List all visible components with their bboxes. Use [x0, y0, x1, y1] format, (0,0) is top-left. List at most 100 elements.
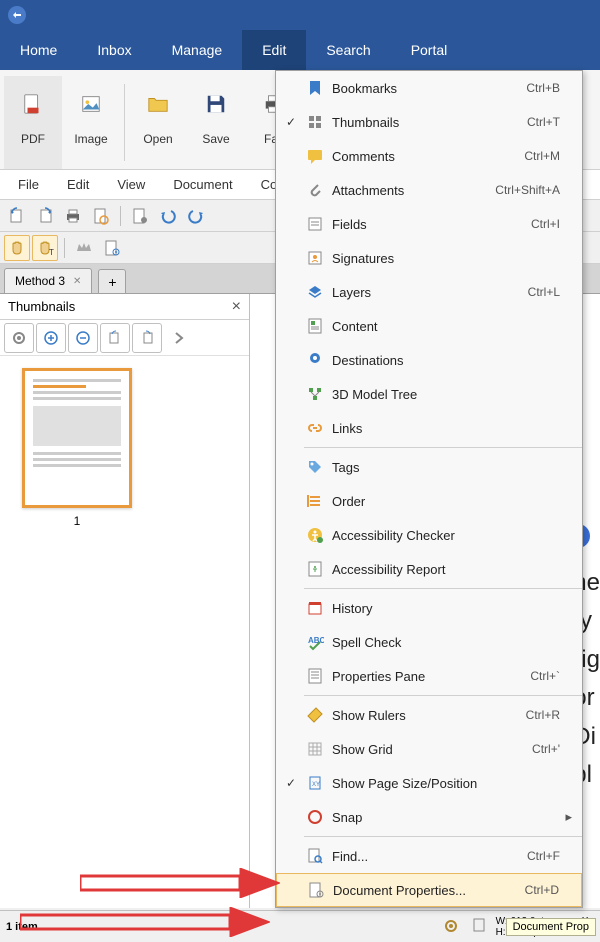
menu-item-label: Show Page Size/Position: [328, 776, 560, 791]
ruler-icon: [302, 706, 328, 724]
menu-item-shortcut: Ctrl+F: [527, 849, 560, 863]
menu-item-shortcut: Ctrl+Shift+A: [495, 183, 560, 197]
menu-portal[interactable]: Portal: [391, 30, 468, 70]
menu-item-shortcut: Ctrl+B: [526, 81, 560, 95]
menu-item-shortcut: Ctrl+T: [527, 115, 560, 129]
menu-item-thumbnails[interactable]: ✓ThumbnailsCtrl+T: [276, 105, 582, 139]
ribbon-open[interactable]: Open: [129, 76, 187, 169]
menu-item-bookmark[interactable]: BookmarksCtrl+B: [276, 71, 582, 105]
menu-item-content[interactable]: Content: [276, 309, 582, 343]
menu-item-pagesize[interactable]: ✓XYShow Page Size/Position: [276, 766, 582, 800]
doc-props-icon: [303, 881, 329, 899]
link-icon: [302, 419, 328, 437]
menu-item-label: Signatures: [328, 251, 560, 266]
menu-item-doc-props[interactable]: Document Properties...Ctrl+D: [276, 873, 582, 907]
menu-item-a11y-check[interactable]: Accessibility Checker: [276, 518, 582, 552]
rotate-right-icon[interactable]: [32, 203, 58, 229]
doc-settings-icon[interactable]: [99, 235, 125, 261]
zoom-out-icon[interactable]: [68, 323, 98, 353]
menu-item-history[interactable]: History: [276, 591, 582, 625]
menu-item-find[interactable]: Find...Ctrl+F: [276, 839, 582, 873]
menu-item-shortcut: Ctrl+`: [530, 669, 560, 683]
print-icon[interactable]: [60, 203, 86, 229]
panel-close-icon[interactable]: ×: [232, 298, 241, 316]
doc-gear-icon[interactable]: [127, 203, 153, 229]
menu-item-fields[interactable]: FieldsCtrl+I: [276, 207, 582, 241]
find-icon: [302, 847, 328, 865]
menu-home[interactable]: Home: [0, 30, 77, 70]
menu-item-3dtree[interactable]: 3D Model Tree: [276, 377, 582, 411]
document-tab[interactable]: Method 3 ✕: [4, 268, 92, 293]
tab-label: Method 3: [15, 274, 65, 288]
menu-item-layers[interactable]: LayersCtrl+L: [276, 275, 582, 309]
menu-item-snap[interactable]: Snap▸: [276, 800, 582, 834]
menu-item-label: 3D Model Tree: [328, 387, 560, 402]
menu-item-comment[interactable]: CommentsCtrl+M: [276, 139, 582, 173]
thumb-rotate-left-icon[interactable]: [100, 323, 130, 353]
menu-edit[interactable]: Edit: [242, 30, 306, 70]
zoom-in-icon[interactable]: [36, 323, 66, 353]
menu-item-signature[interactable]: Signatures: [276, 241, 582, 275]
status-tooltip: Document Prop: [506, 918, 596, 936]
rotate-left-icon[interactable]: [4, 203, 30, 229]
chevron-right-icon[interactable]: [164, 323, 194, 353]
thumb-gear-icon[interactable]: [4, 323, 34, 353]
a11y-report-icon: [302, 560, 328, 578]
status-gear-icon[interactable]: [442, 917, 462, 937]
menu-item-link[interactable]: Links: [276, 411, 582, 445]
menu-item-grid[interactable]: Show GridCtrl+': [276, 732, 582, 766]
grid-icon: [302, 740, 328, 758]
menu-item-label: Document Properties...: [329, 883, 525, 898]
menu-item-spellcheck[interactable]: ABCSpell Check: [276, 625, 582, 659]
thumbnails-header: Thumbnails ×: [0, 294, 249, 320]
pagesize-icon: XY: [302, 774, 328, 792]
thumbnail-page-1[interactable]: [22, 368, 132, 508]
menu-item-label: Destinations: [328, 353, 560, 368]
redo-icon[interactable]: [183, 203, 209, 229]
ribbon-image[interactable]: Image: [62, 76, 120, 169]
menu-item-label: Order: [328, 494, 560, 509]
ribbon-pdf-label: PDF: [21, 132, 45, 146]
thumbnails-toolbar: [0, 320, 249, 356]
menu-item-ruler[interactable]: Show RulersCtrl+R: [276, 698, 582, 732]
undo-icon[interactable]: [155, 203, 181, 229]
menu-manage[interactable]: Manage: [152, 30, 243, 70]
ribbon-pdf[interactable]: PDF: [4, 76, 62, 169]
props-pane-icon: [302, 667, 328, 685]
doc-sync-icon[interactable]: [88, 203, 114, 229]
menu-item-destination[interactable]: Destinations: [276, 343, 582, 377]
tab-add-button[interactable]: +: [98, 269, 126, 293]
ribbon-open-label: Open: [143, 132, 172, 146]
menu-item-label: Attachments: [328, 183, 495, 198]
thumb-rotate-right-icon[interactable]: [132, 323, 162, 353]
menu-item-a11y-report[interactable]: Accessibility Report: [276, 552, 582, 586]
fields-icon: [302, 215, 328, 233]
menu-item-label: Properties Pane: [328, 669, 530, 684]
ribbon-save-label: Save: [202, 132, 229, 146]
submenu-edit[interactable]: Edit: [53, 177, 103, 192]
menu-item-label: Accessibility Report: [328, 562, 560, 577]
menu-item-label: Accessibility Checker: [328, 528, 560, 543]
menu-inbox[interactable]: Inbox: [77, 30, 151, 70]
page-dimensions-icon: [470, 916, 488, 937]
menu-item-attachment[interactable]: AttachmentsCtrl+Shift+A: [276, 173, 582, 207]
crown-icon[interactable]: [71, 235, 97, 261]
hand-tool-icon[interactable]: [4, 235, 30, 261]
menu-item-props-pane[interactable]: Properties PaneCtrl+`: [276, 659, 582, 693]
submenu-document[interactable]: Document: [159, 177, 246, 192]
submenu-file[interactable]: File: [4, 177, 53, 192]
menu-item-label: Comments: [328, 149, 524, 164]
thumbnail-item[interactable]: 1: [12, 368, 142, 528]
svg-text:XY: XY: [312, 782, 320, 788]
menu-search[interactable]: Search: [306, 30, 390, 70]
submenu-view[interactable]: View: [103, 177, 159, 192]
menu-item-order[interactable]: Order: [276, 484, 582, 518]
thumbnails-body: 1: [0, 356, 249, 908]
layers-icon: [302, 283, 328, 301]
tab-close-icon[interactable]: ✕: [73, 276, 81, 287]
pdf-icon: [13, 80, 53, 128]
menu-item-tag[interactable]: Tags: [276, 450, 582, 484]
ribbon-save[interactable]: Save: [187, 76, 245, 169]
view-dropdown-menu: BookmarksCtrl+B✓ThumbnailsCtrl+TComments…: [275, 70, 583, 908]
hand-text-icon[interactable]: T: [32, 235, 58, 261]
